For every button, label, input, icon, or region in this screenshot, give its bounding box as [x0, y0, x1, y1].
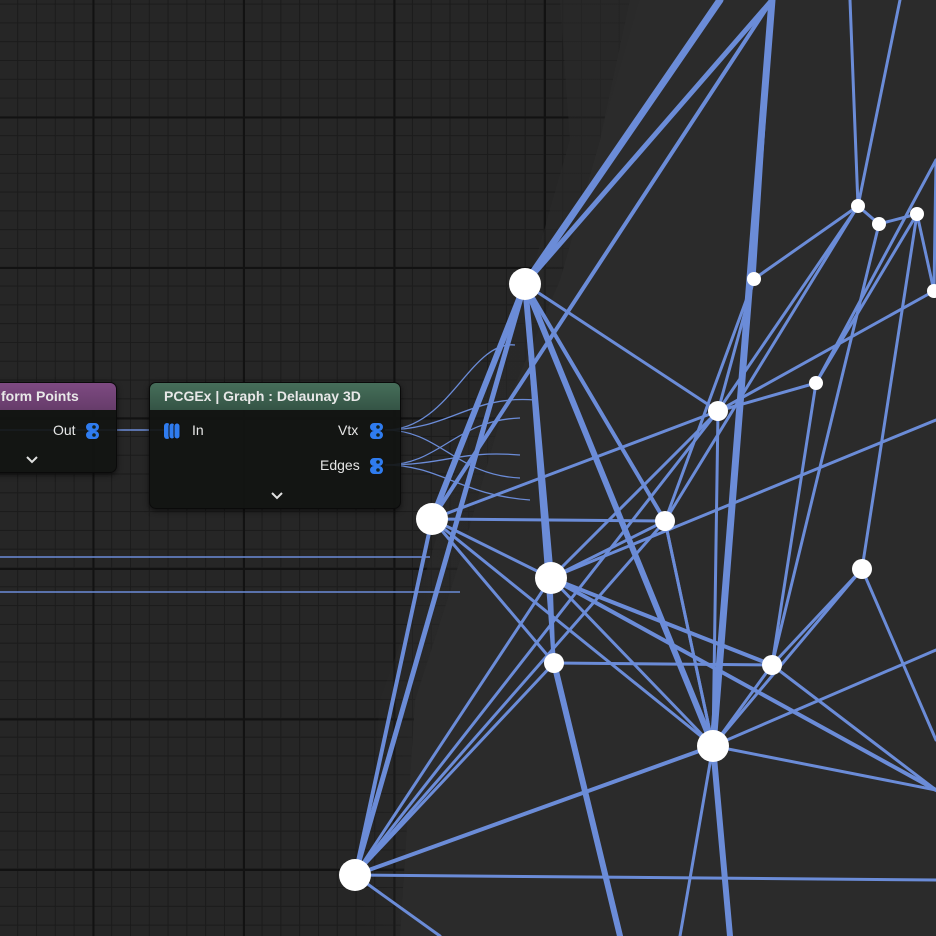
graph-edge — [552, 661, 774, 667]
edges-pin-row: Edges — [150, 454, 402, 476]
graph-edge — [710, 743, 733, 936]
graph-edge — [523, 282, 667, 523]
graph-edge — [770, 381, 818, 667]
in-pin-row: In Vtx — [150, 419, 402, 441]
graph-edge — [814, 212, 919, 385]
transform-points-node-header[interactable]: form Points — [0, 383, 116, 410]
graph-edge — [716, 204, 860, 413]
graph-edge — [522, 281, 716, 749]
graph-vertex — [927, 284, 936, 298]
pcg-graph-editor[interactable]: form Points Out PCGEx | Graph : Delaunay… — [0, 0, 936, 936]
delaunay-3d-node-title: PCGEx | Graph : Delaunay 3D — [164, 388, 361, 404]
graph-edge — [353, 744, 715, 877]
graph-edge — [549, 418, 936, 580]
graph-edge — [430, 517, 667, 523]
out-pin-label: Out — [53, 422, 76, 438]
graph-edge — [716, 277, 756, 413]
graph-vertex — [509, 268, 541, 300]
point-data-pin-icon[interactable] — [370, 420, 386, 442]
graph-edge — [848, 0, 860, 208]
vtx-pin-label: Vtx — [338, 422, 359, 438]
graph-vertex — [416, 503, 448, 535]
graph-vertex — [851, 199, 865, 213]
graph-edge — [678, 744, 715, 936]
graph-vertex — [535, 562, 567, 594]
graph-edge — [549, 576, 774, 667]
graph-edge — [770, 222, 881, 667]
transform-points-node[interactable]: form Points Out — [0, 382, 117, 473]
graph-edge — [430, 0, 774, 521]
graph-vertex — [809, 376, 823, 390]
transform-points-node-title: form Points — [1, 388, 79, 404]
graph-edge — [521, 0, 724, 288]
graph-edge — [353, 519, 667, 877]
graph-edge — [353, 873, 936, 882]
graph-edge — [856, 0, 902, 208]
graph-overlay — [0, 0, 936, 936]
graph-vertex — [544, 653, 564, 673]
graph-vertex — [910, 207, 924, 221]
delaunay-3d-node[interactable]: PCGEx | Graph : Delaunay 3D In Vtx Edges — [149, 382, 401, 509]
graph-vertex — [655, 511, 675, 531]
chevron-down-icon[interactable] — [270, 491, 284, 501]
point-data-pin-icon[interactable] — [86, 420, 102, 442]
graph-vertex — [747, 272, 761, 286]
graph-edge — [353, 576, 553, 877]
graph-vertex — [872, 217, 886, 231]
graph-edge — [522, 0, 775, 287]
graph-edge — [711, 744, 936, 792]
in-pin-label: In — [192, 422, 204, 438]
graph-edge — [752, 0, 774, 281]
point-data-pin-icon[interactable] — [370, 455, 386, 477]
graph-edge — [353, 517, 434, 877]
delaunay-edges — [352, 0, 936, 936]
graph-edge — [814, 158, 936, 385]
graph-vertex — [708, 401, 728, 421]
edges-pin-label: Edges — [320, 457, 360, 473]
graph-vertex — [852, 559, 872, 579]
chevron-down-icon[interactable] — [25, 455, 39, 465]
graph-vertex — [339, 859, 371, 891]
graph-edge — [752, 204, 860, 281]
delaunay-vertices — [339, 199, 936, 891]
graph-vertex — [762, 655, 782, 675]
graph-edge — [915, 212, 936, 293]
graph-edge — [860, 212, 919, 571]
point-data-pin-icon[interactable] — [162, 420, 182, 442]
delaunay-3d-node-header[interactable]: PCGEx | Graph : Delaunay 3D — [150, 383, 400, 410]
graph-vertex — [697, 730, 729, 762]
out-pin-row: Out — [0, 419, 118, 441]
